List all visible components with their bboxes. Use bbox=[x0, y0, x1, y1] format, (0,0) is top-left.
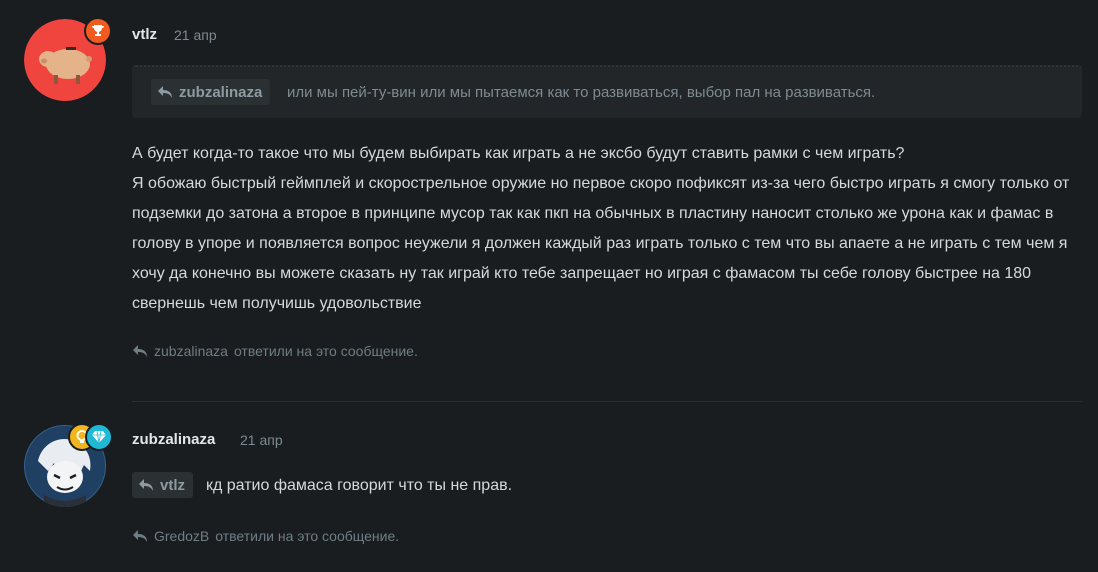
author-name[interactable]: zubzalinaza bbox=[132, 431, 215, 448]
post-date[interactable]: 21 апр bbox=[240, 432, 283, 448]
diamond-badge bbox=[85, 423, 113, 451]
quote-author-name: zubzalinaza bbox=[179, 83, 263, 101]
post-vtlz: vtlz 21 апр zubzalinaza или мы пей-ту-ви… bbox=[0, 0, 1098, 402]
reply-to-name: vtlz bbox=[160, 476, 186, 494]
post-body-line-2: Я обожаю быстрый геймплей и скорострельн… bbox=[132, 175, 1070, 312]
quote-author-chip[interactable]: zubzalinaza bbox=[151, 79, 271, 105]
author-name[interactable]: vtlz bbox=[132, 26, 157, 43]
reply-arrow-icon bbox=[133, 345, 147, 357]
reply-to-chip[interactable]: vtlz bbox=[132, 472, 194, 498]
post-body-line-1: А будет когда-то такое что мы будем выби… bbox=[132, 145, 905, 162]
quote-text: или мы пей-ту-вин или мы пытаемся как то… bbox=[287, 84, 876, 101]
replied-suffix: ответили на это сообщение. bbox=[233, 343, 418, 359]
reply-arrow-icon bbox=[133, 530, 147, 542]
avatar-vtlz-wrap[interactable] bbox=[24, 17, 112, 103]
replied-notice[interactable]: zubzalinaza ответили на это сообщение. bbox=[132, 343, 418, 359]
avatar-zubzalinaza-wrap[interactable] bbox=[24, 423, 113, 509]
replied-notice[interactable]: GredozB ответили на это сообщение. bbox=[132, 528, 399, 544]
post-date[interactable]: 21 апр bbox=[174, 27, 217, 43]
replied-suffix: ответили на это сообщение. bbox=[215, 528, 400, 544]
replied-username[interactable]: GredozB bbox=[154, 528, 209, 544]
reply-arrow-icon bbox=[158, 86, 172, 98]
replied-username[interactable]: zubzalinaza bbox=[154, 343, 228, 359]
reply-arrow-icon bbox=[139, 479, 153, 491]
diamond-icon bbox=[92, 430, 106, 444]
post-divider bbox=[132, 401, 1082, 402]
trophy-icon bbox=[92, 25, 104, 36]
trophy-badge bbox=[84, 17, 112, 45]
post-body: кд ратио фамаса говорит что ты не прав. bbox=[206, 477, 513, 494]
post-body: А будет когда-то такое что мы будем выби… bbox=[132, 139, 1072, 319]
